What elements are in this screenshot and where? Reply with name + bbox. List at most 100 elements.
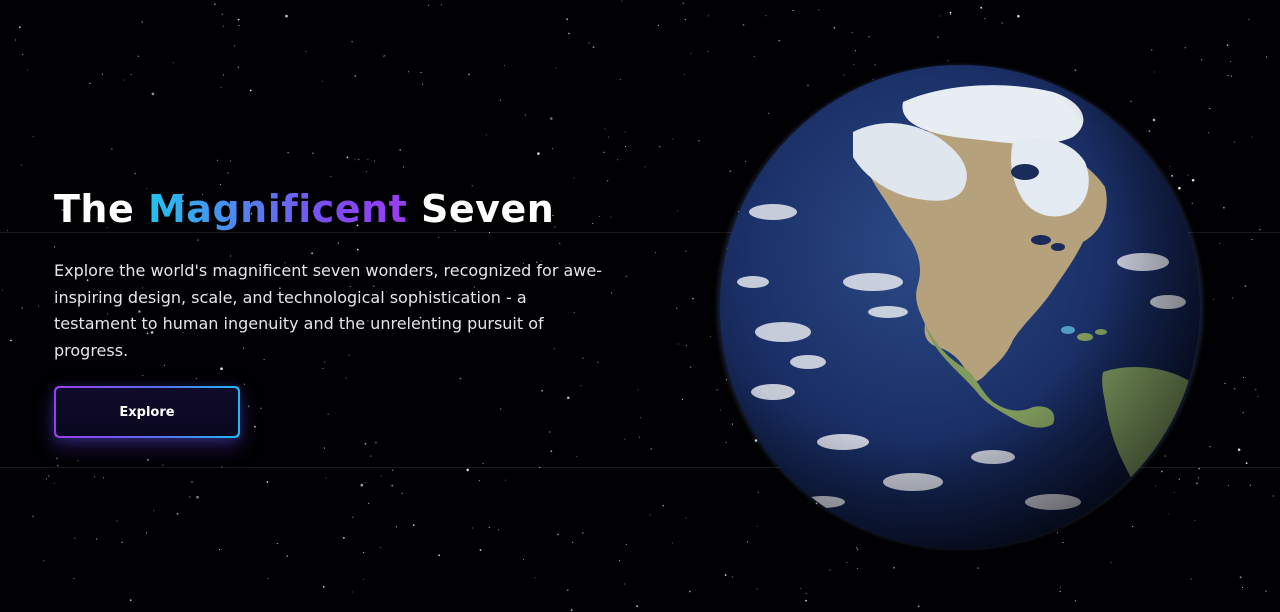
star [32, 515, 34, 517]
star [650, 448, 653, 450]
star [621, 0, 623, 2]
star [6, 229, 9, 232]
star [753, 55, 755, 57]
star [146, 532, 148, 534]
star [1226, 44, 1229, 46]
star [267, 578, 269, 580]
star [466, 468, 470, 472]
star [420, 71, 422, 73]
star [939, 15, 941, 17]
star [312, 152, 314, 155]
star [588, 42, 590, 44]
star [141, 21, 143, 23]
star [482, 463, 484, 465]
star [1244, 285, 1247, 287]
star [570, 609, 573, 611]
star [260, 407, 262, 409]
star [984, 18, 986, 20]
star [374, 160, 376, 162]
star [1259, 229, 1261, 231]
star [96, 538, 98, 540]
star [56, 457, 58, 460]
star [327, 413, 329, 415]
star [53, 482, 55, 484]
star [1017, 14, 1020, 18]
star [254, 425, 256, 428]
star [438, 554, 440, 557]
star [672, 542, 674, 544]
star [1219, 242, 1221, 245]
star [692, 297, 694, 300]
star [707, 15, 709, 17]
star [380, 546, 382, 549]
star [368, 502, 370, 504]
star [287, 152, 289, 154]
star [1257, 396, 1259, 398]
star [323, 447, 326, 449]
star [130, 73, 132, 75]
star [116, 520, 118, 522]
star [162, 464, 164, 466]
star [220, 87, 222, 89]
star [639, 436, 641, 438]
star [1209, 446, 1211, 448]
star [134, 172, 137, 175]
star [459, 377, 462, 380]
star [384, 55, 386, 57]
star [1266, 56, 1268, 58]
star [247, 405, 250, 408]
star [391, 484, 394, 487]
star [285, 14, 288, 18]
star [657, 24, 660, 26]
star [358, 158, 360, 161]
star [1074, 600, 1076, 602]
star [276, 543, 278, 545]
explore-button-label: Explore [56, 388, 238, 436]
star [43, 560, 45, 562]
star [195, 377, 197, 379]
star [20, 164, 22, 166]
star [412, 524, 415, 527]
star [498, 529, 500, 531]
star [1234, 388, 1236, 390]
star [151, 92, 155, 96]
star [346, 156, 349, 159]
star [129, 599, 132, 602]
star [172, 62, 174, 64]
star [1265, 590, 1267, 593]
star [363, 552, 365, 554]
earth-globe [714, 62, 1206, 552]
star [1241, 586, 1244, 588]
star [234, 45, 236, 47]
star [500, 408, 502, 410]
star [238, 25, 240, 27]
star [305, 51, 307, 53]
star [380, 475, 382, 477]
star [375, 441, 377, 444]
star [655, 252, 657, 254]
explore-button[interactable]: Explore [54, 386, 240, 438]
star [153, 510, 155, 512]
star [616, 159, 619, 161]
star [360, 483, 364, 487]
star [1224, 382, 1226, 385]
star [805, 592, 807, 595]
star [778, 39, 781, 42]
star [354, 159, 356, 161]
star [74, 537, 76, 539]
star [685, 517, 687, 519]
star [833, 26, 836, 29]
star [524, 114, 526, 116]
star [392, 469, 394, 471]
star [322, 586, 325, 588]
star [479, 549, 482, 551]
star [550, 450, 553, 452]
star [216, 159, 219, 161]
star [856, 567, 859, 569]
star [222, 25, 225, 27]
star [478, 480, 480, 482]
star [698, 140, 700, 142]
star [604, 128, 606, 130]
star [286, 555, 289, 557]
star [677, 210, 679, 212]
